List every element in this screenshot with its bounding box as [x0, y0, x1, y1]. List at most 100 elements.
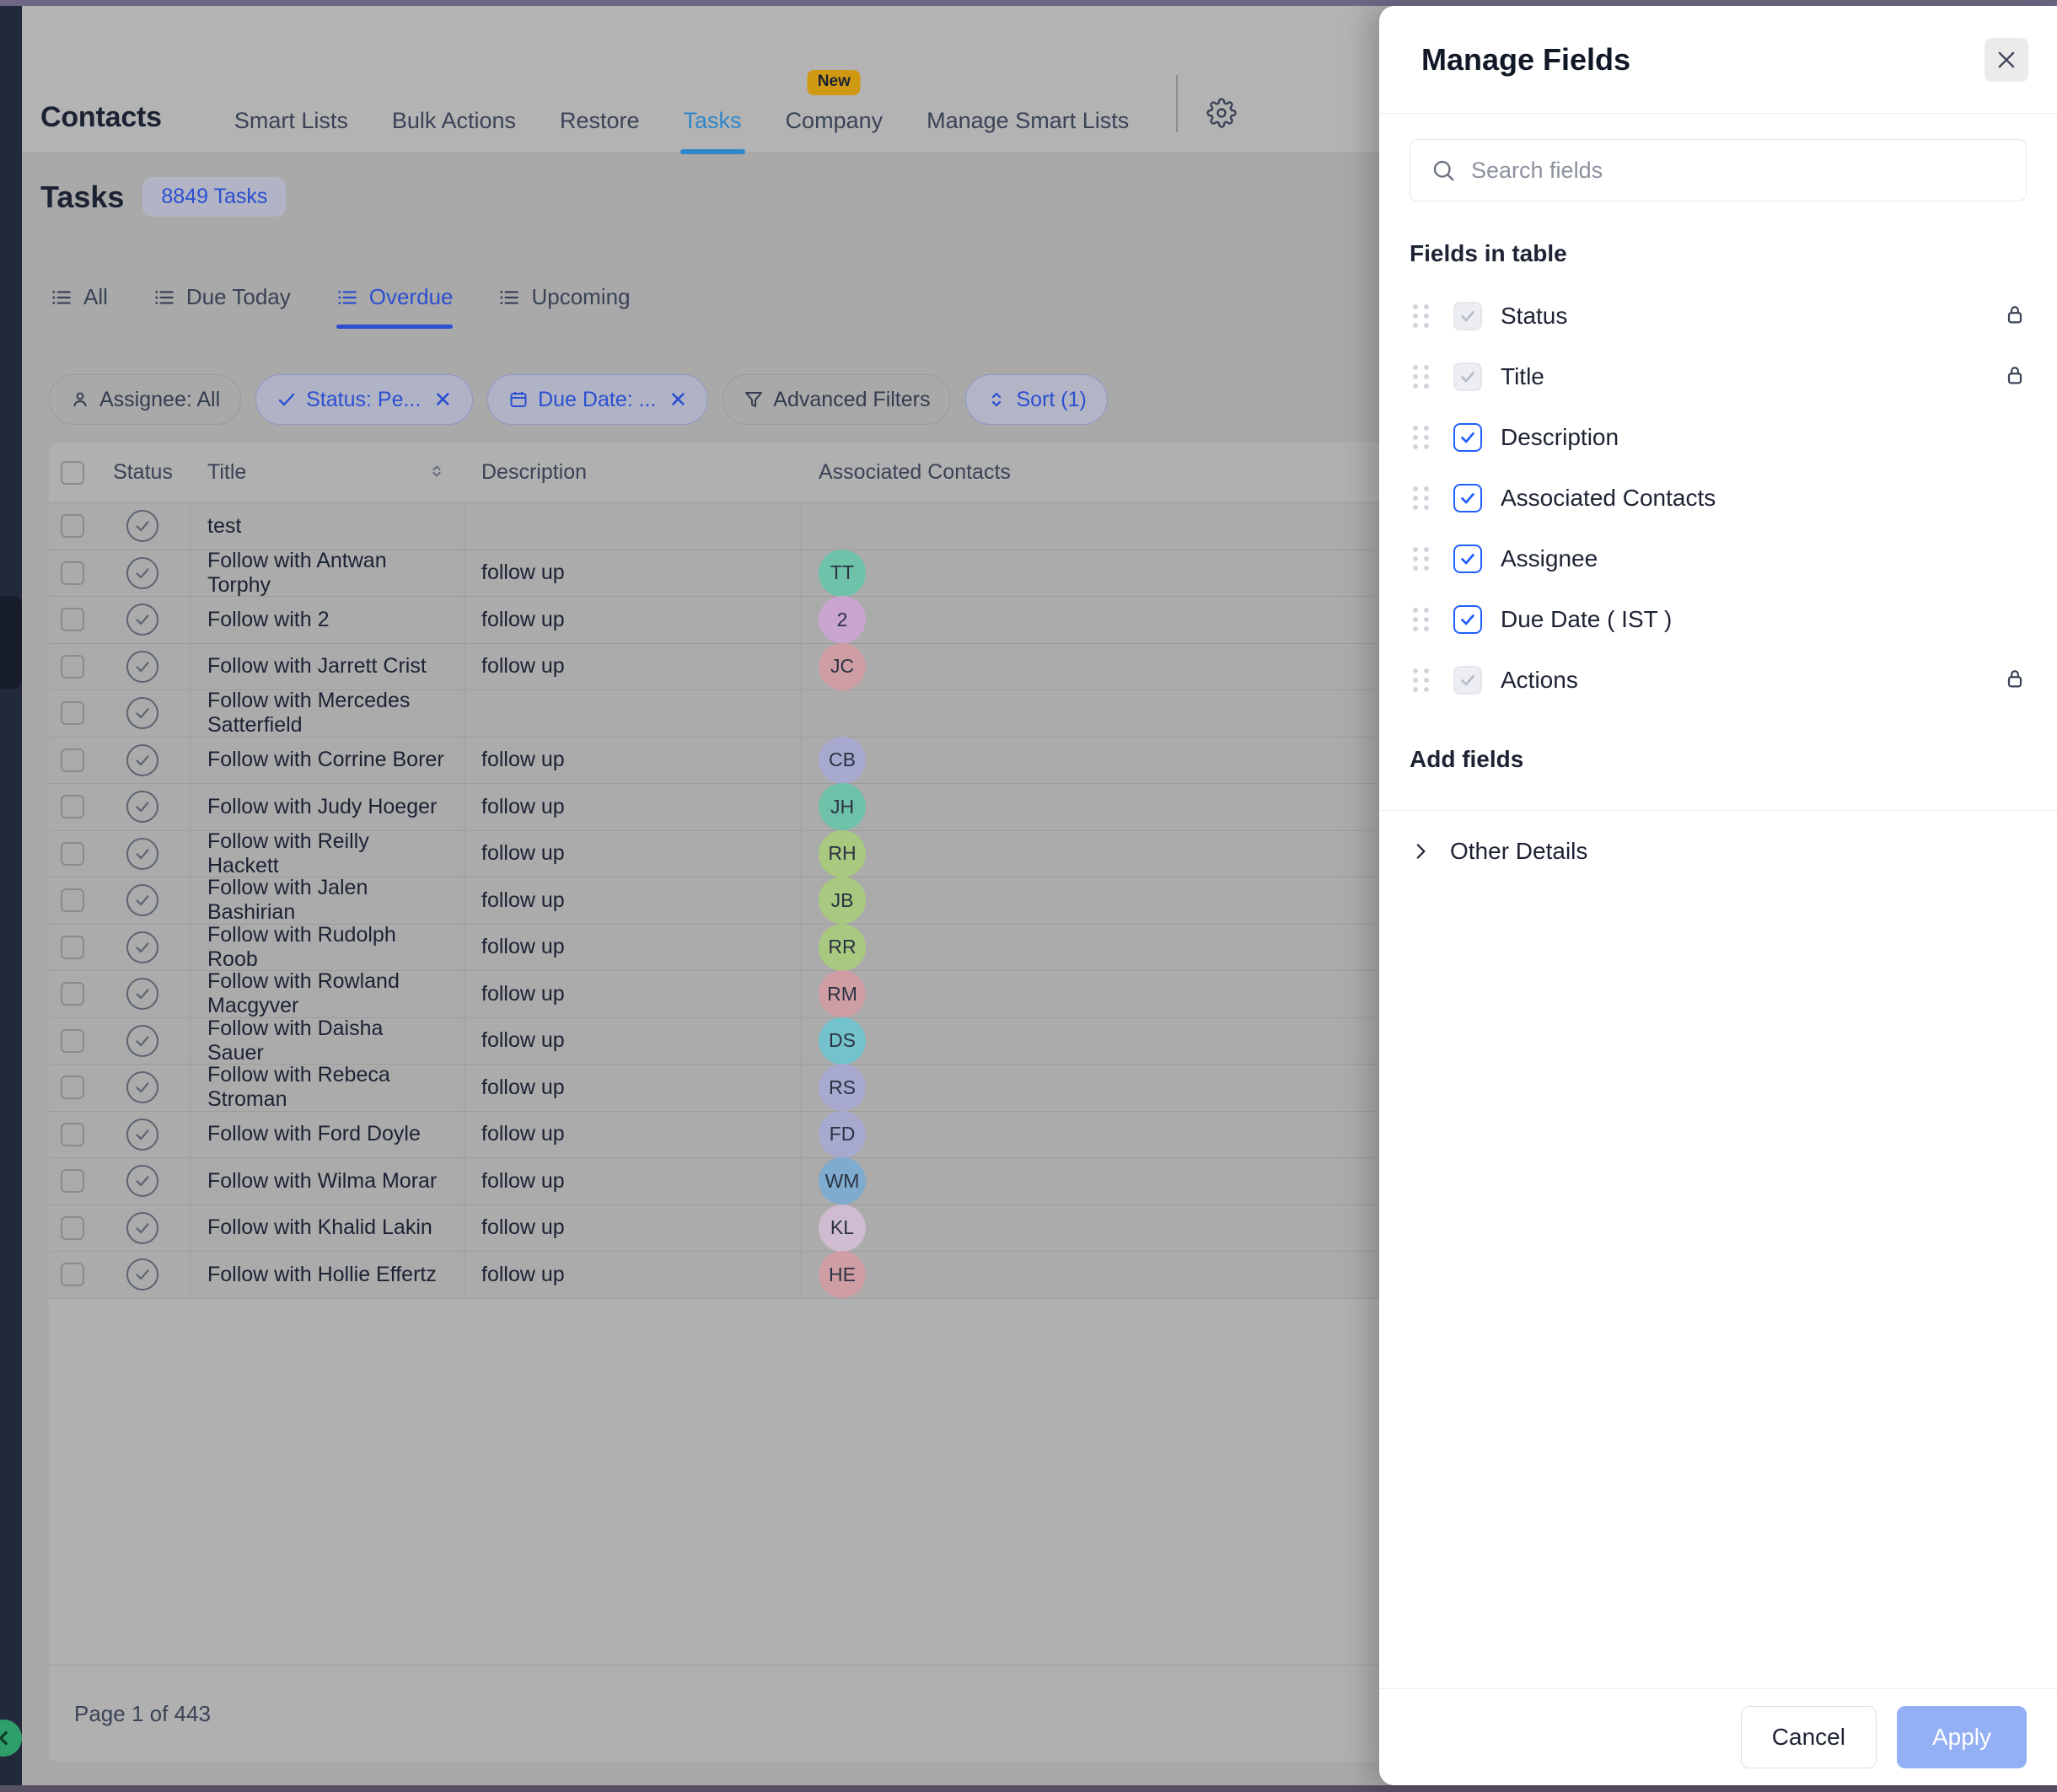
drag-handle-icon[interactable]	[1413, 426, 1435, 449]
row-status-toggle[interactable]	[95, 1205, 191, 1252]
avatar[interactable]: RR	[819, 924, 866, 971]
row-title-cell[interactable]: Follow with Rudolph Roob	[191, 925, 465, 971]
nav-tab-manage-smart-lists[interactable]: Manage Smart Lists	[905, 108, 1151, 134]
row-title-cell[interactable]: Follow with Hollie Effertz	[191, 1252, 465, 1298]
nav-tab-smart-lists[interactable]: Smart Lists	[212, 108, 370, 134]
filter-chip-status[interactable]: Status: Pe... ✕	[255, 374, 473, 425]
row-select-checkbox[interactable]	[49, 1169, 95, 1193]
drag-handle-icon[interactable]	[1413, 304, 1435, 328]
drag-handle-icon[interactable]	[1413, 365, 1435, 389]
drag-handle-icon[interactable]	[1413, 486, 1435, 510]
field-checkbox[interactable]	[1453, 605, 1482, 634]
settings-button[interactable]	[1200, 98, 1243, 132]
avatar[interactable]: JB	[819, 877, 866, 924]
nav-tab-bulk-actions[interactable]: Bulk Actions	[370, 108, 538, 134]
row-status-toggle[interactable]	[95, 550, 191, 597]
filter-chip-due-date[interactable]: Due Date: ... ✕	[487, 374, 708, 425]
sort-toggle-icon[interactable]	[427, 460, 446, 486]
column-header-title[interactable]: Title	[191, 443, 465, 502]
row-title-cell[interactable]: Follow with Wilma Morar	[191, 1158, 465, 1205]
row-status-toggle[interactable]	[95, 784, 191, 830]
drag-handle-icon[interactable]	[1413, 547, 1435, 571]
avatar[interactable]: JC	[819, 643, 866, 690]
row-title-cell[interactable]: Follow with Rowland Macgyver	[191, 971, 465, 1017]
row-title-cell[interactable]: Follow with Reilly Hackett	[191, 831, 465, 877]
field-group-other-details[interactable]: Other Details	[1379, 811, 2057, 892]
row-title-cell[interactable]: Follow with Judy Hoeger	[191, 784, 465, 830]
row-title-cell[interactable]: Follow with 2	[191, 597, 465, 643]
manage-field-row[interactable]: Due Date ( IST )	[1379, 589, 2057, 650]
row-title-cell[interactable]: Follow with Ford Doyle	[191, 1112, 465, 1158]
row-status-toggle[interactable]	[95, 503, 191, 550]
row-select-checkbox[interactable]	[49, 514, 95, 538]
tab-all[interactable]: All	[51, 284, 130, 310]
avatar[interactable]: RM	[819, 970, 866, 1017]
row-select-checkbox[interactable]	[49, 608, 95, 631]
row-title-cell[interactable]: Follow with Daisha Sauer	[191, 1018, 465, 1065]
row-select-checkbox[interactable]	[49, 795, 95, 818]
row-select-checkbox[interactable]	[49, 748, 95, 772]
column-header-associated-contacts[interactable]: Associated Contacts	[802, 443, 1156, 502]
tab-due-today[interactable]: Due Today	[153, 284, 313, 310]
filter-chip-assignee[interactable]: Assignee: All	[49, 374, 241, 425]
avatar[interactable]: RS	[819, 1064, 866, 1111]
row-status-toggle[interactable]	[95, 877, 191, 924]
close-panel-button[interactable]	[1984, 38, 2028, 82]
search-fields-input[interactable]: Search fields	[1410, 139, 2027, 201]
row-select-checkbox[interactable]	[49, 1123, 95, 1146]
manage-field-row[interactable]: Actions	[1379, 650, 2057, 711]
tab-overdue[interactable]: Overdue	[336, 284, 475, 310]
column-header-status[interactable]: Status	[95, 443, 191, 502]
column-header-description[interactable]: Description	[465, 443, 802, 502]
avatar[interactable]: 2	[819, 596, 866, 643]
nav-tab-company[interactable]: New Company	[764, 108, 905, 134]
avatar[interactable]: WM	[819, 1157, 866, 1205]
row-select-checkbox[interactable]	[49, 982, 95, 1006]
filter-chip-remove-button[interactable]: ✕	[433, 387, 452, 413]
row-title-cell[interactable]: Follow with Corrine Borer	[191, 738, 465, 784]
row-title-cell[interactable]: Follow with Rebeca Stroman	[191, 1065, 465, 1111]
row-title-cell[interactable]: Follow with Antwan Torphy	[191, 550, 465, 597]
cancel-button[interactable]: Cancel	[1741, 1706, 1877, 1768]
row-title-cell[interactable]: Follow with Mercedes Satterfield	[191, 690, 465, 737]
avatar[interactable]: DS	[819, 1017, 866, 1065]
row-title-cell[interactable]: test	[191, 503, 465, 550]
row-select-checkbox[interactable]	[49, 1076, 95, 1099]
drag-handle-icon[interactable]	[1413, 668, 1435, 692]
select-all-checkbox[interactable]	[49, 461, 95, 485]
row-status-toggle[interactable]	[95, 1252, 191, 1298]
row-status-toggle[interactable]	[95, 597, 191, 643]
avatar[interactable]: CB	[819, 737, 866, 784]
row-select-checkbox[interactable]	[49, 1263, 95, 1286]
row-status-toggle[interactable]	[95, 925, 191, 971]
manage-field-row[interactable]: Assignee	[1379, 528, 2057, 589]
avatar[interactable]: FD	[819, 1111, 866, 1158]
tab-upcoming[interactable]: Upcoming	[498, 284, 652, 310]
field-checkbox[interactable]	[1453, 545, 1482, 573]
row-status-toggle[interactable]	[95, 1018, 191, 1065]
row-status-toggle[interactable]	[95, 738, 191, 784]
sort-button[interactable]: Sort (1)	[965, 374, 1107, 425]
row-select-checkbox[interactable]	[49, 842, 95, 866]
apply-button[interactable]: Apply	[1897, 1706, 2027, 1768]
row-title-cell[interactable]: Follow with Jarrett Crist	[191, 644, 465, 690]
row-select-checkbox[interactable]	[49, 888, 95, 912]
row-status-toggle[interactable]	[95, 971, 191, 1017]
avatar[interactable]: TT	[819, 550, 866, 597]
row-select-checkbox[interactable]	[49, 701, 95, 725]
nav-tab-tasks[interactable]: Tasks	[662, 108, 764, 134]
row-status-toggle[interactable]	[95, 690, 191, 737]
filter-chip-remove-button[interactable]: ✕	[669, 387, 687, 413]
field-checkbox[interactable]	[1453, 423, 1482, 452]
row-status-toggle[interactable]	[95, 1158, 191, 1205]
advanced-filters-button[interactable]: Advanced Filters	[722, 374, 951, 425]
avatar[interactable]: RH	[819, 830, 866, 877]
field-checkbox[interactable]	[1453, 484, 1482, 512]
nav-tab-restore[interactable]: Restore	[538, 108, 662, 134]
row-status-toggle[interactable]	[95, 1065, 191, 1111]
manage-field-row[interactable]: Status	[1379, 286, 2057, 346]
row-title-cell[interactable]: Follow with Khalid Lakin	[191, 1205, 465, 1252]
avatar[interactable]: HE	[819, 1251, 866, 1298]
row-select-checkbox[interactable]	[49, 1216, 95, 1240]
avatar[interactable]: JH	[819, 783, 866, 830]
